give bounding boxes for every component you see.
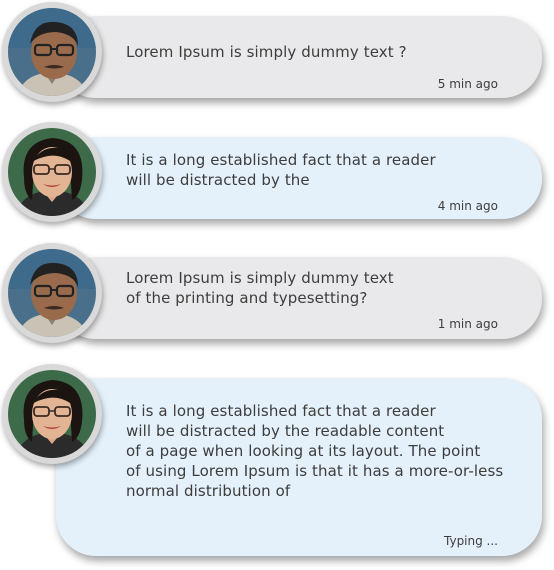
woman-portrait-icon — [8, 128, 96, 216]
woman-avatar[interactable] — [2, 364, 102, 464]
woman-portrait-icon — [8, 370, 96, 458]
message-bubble: It is a long established fact that a rea… — [56, 137, 542, 219]
message-bubble: Lorem Ipsum is simply dummy text ? 5 min… — [56, 16, 542, 98]
message-bubble: It is a long established fact that a rea… — [56, 378, 542, 556]
chat-thread: Lorem Ipsum is simply dummy text ? 5 min… — [0, 0, 554, 570]
message-text: Lorem Ipsum is simply dummy text of the … — [126, 269, 394, 307]
man-avatar[interactable] — [2, 2, 102, 102]
man-portrait-icon — [8, 249, 96, 337]
message-text: It is a long established fact that a rea… — [126, 151, 436, 189]
message-timestamp: 4 min ago — [437, 199, 498, 213]
message-text: It is a long established fact that a rea… — [126, 402, 504, 500]
woman-avatar[interactable] — [2, 122, 102, 222]
message-timestamp: 1 min ago — [437, 317, 498, 331]
message-text: Lorem Ipsum is simply dummy text ? — [126, 43, 407, 61]
man-avatar[interactable] — [2, 243, 102, 343]
message-timestamp: 5 min ago — [437, 77, 498, 91]
message-bubble: Lorem Ipsum is simply dummy text of the … — [56, 257, 542, 339]
typing-indicator: Typing ... — [444, 534, 498, 548]
man-portrait-icon — [8, 8, 96, 96]
